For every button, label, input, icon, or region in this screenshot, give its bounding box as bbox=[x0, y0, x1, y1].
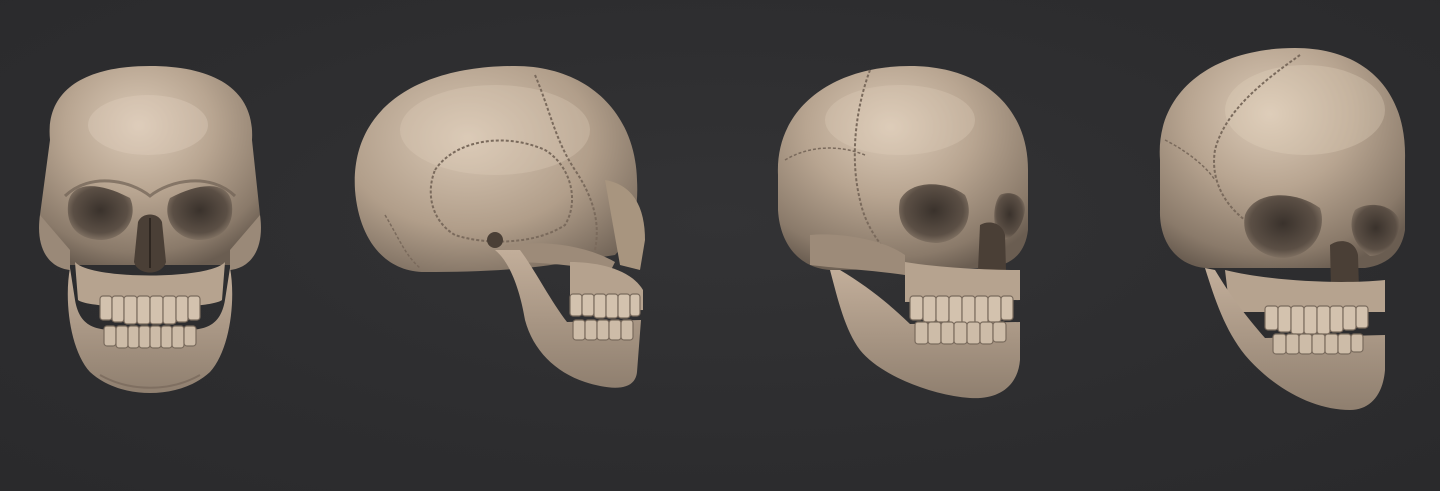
upper-teeth bbox=[569, 293, 641, 319]
upper-teeth bbox=[99, 295, 201, 325]
lower-teeth bbox=[914, 321, 1007, 345]
skull-side-view bbox=[345, 0, 655, 491]
lower-teeth bbox=[1272, 333, 1364, 355]
mandible bbox=[495, 250, 641, 388]
lower-teeth bbox=[103, 325, 197, 349]
upper-teeth bbox=[909, 295, 1014, 325]
skull-high-angle-view bbox=[1155, 0, 1410, 491]
lower-teeth bbox=[572, 319, 634, 341]
upper-teeth bbox=[1264, 305, 1369, 335]
skull-front-view bbox=[30, 0, 270, 491]
skull-three-quarter-view bbox=[770, 0, 1035, 491]
render-viewport bbox=[0, 0, 1440, 491]
